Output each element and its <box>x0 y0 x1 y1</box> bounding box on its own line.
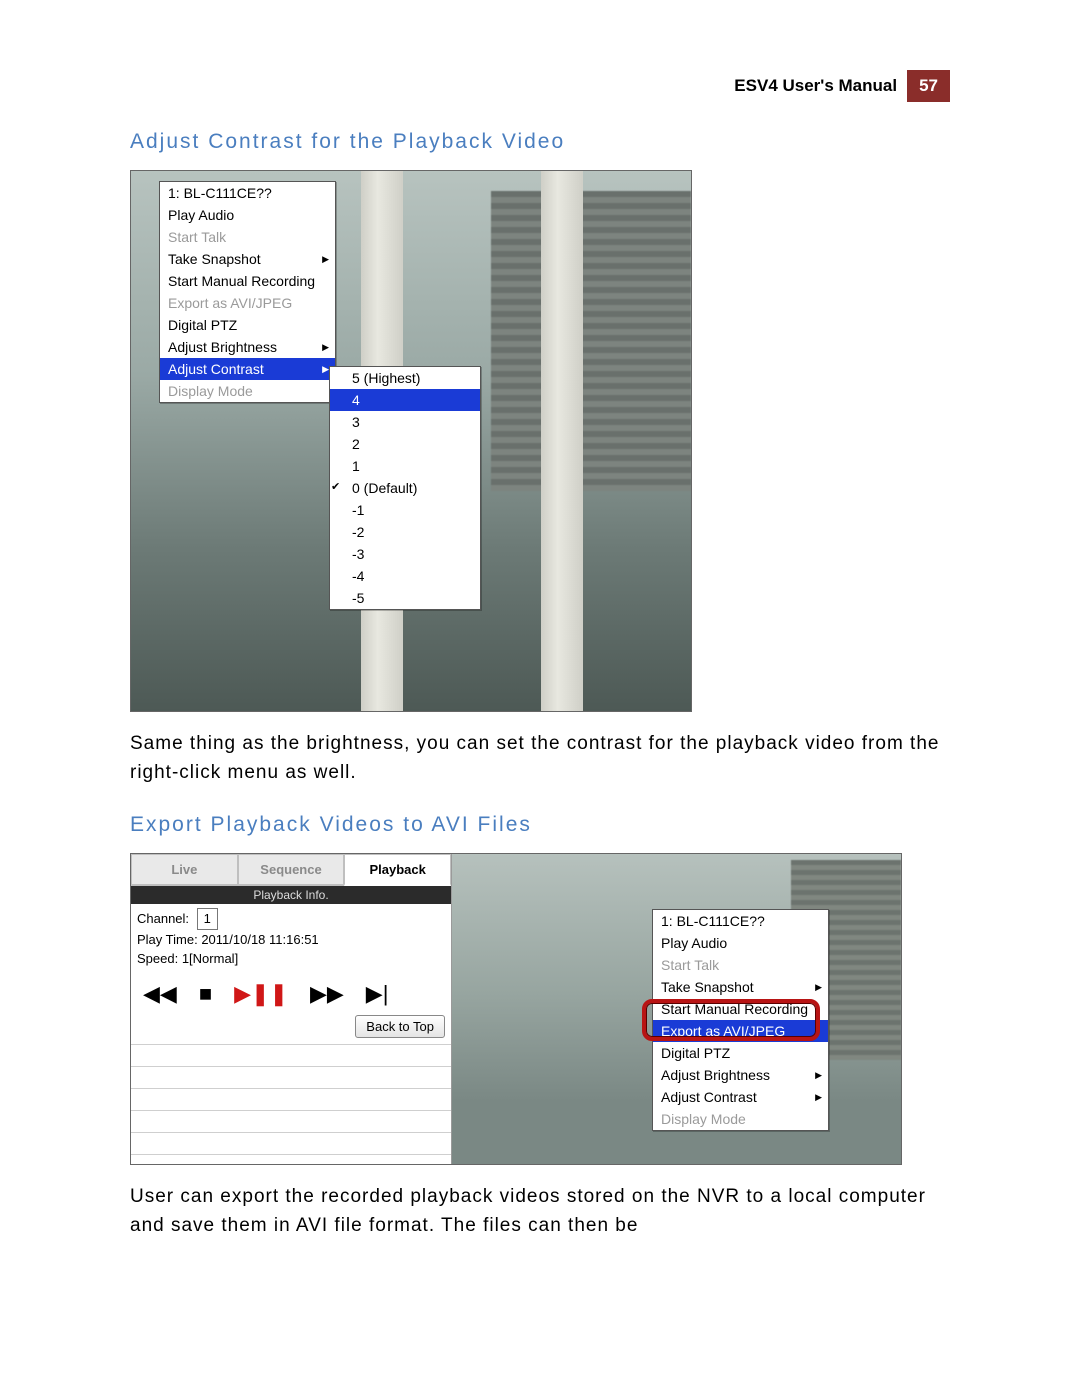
tab-sequence[interactable]: Sequence <box>238 854 345 886</box>
speed-value: 1[Normal] <box>182 951 238 966</box>
contrast-option-0-default[interactable]: 0 (Default) <box>330 477 480 499</box>
playback-info-header: Playback Info. <box>131 886 451 904</box>
menu-item-play-audio[interactable]: Play Audio <box>160 204 335 226</box>
contrast-option-neg3[interactable]: -3 <box>330 543 480 565</box>
playtime-label: Play Time: <box>137 932 198 947</box>
stop-icon[interactable]: ■ <box>199 983 212 1005</box>
figure-adjust-contrast: 1: BL-C111CE?? Play Audio Start Talk Tak… <box>130 170 692 712</box>
transport-controls: ◀◀ ■ ▶❚❚ ▶▶ ▶| <box>131 973 451 1013</box>
contrast-option-neg2[interactable]: -2 <box>330 521 480 543</box>
skip-end-icon[interactable]: ▶| <box>366 983 389 1005</box>
playtime-value: 2011/10/18 11:16:51 <box>201 932 318 947</box>
section-body-contrast: Same thing as the brightness, you can se… <box>130 730 950 787</box>
section-heading-contrast: Adjust Contrast for the Playback Video <box>130 130 950 154</box>
menu-item-take-snapshot[interactable]: Take Snapshot <box>653 976 828 998</box>
menu-item-start-talk: Start Talk <box>653 954 828 976</box>
speed-label: Speed: <box>137 951 178 966</box>
contrast-option-neg4[interactable]: -4 <box>330 565 480 587</box>
playback-info: Channel: 1 Play Time: 2011/10/18 11:16:5… <box>131 904 451 973</box>
contrast-option-1[interactable]: 1 <box>330 455 480 477</box>
rewind-icon[interactable]: ◀◀ <box>143 983 177 1005</box>
page-header: ESV4 User's Manual 57 <box>130 70 950 102</box>
menu-item-start-talk: Start Talk <box>160 226 335 248</box>
playback-panel: Live Sequence Playback Playback Info. Ch… <box>131 854 452 1164</box>
submenu-contrast[interactable]: 5 (Highest) 4 3 2 1 0 (Default) -1 -2 -3… <box>329 366 481 610</box>
channel-value[interactable]: 1 <box>197 908 218 930</box>
menu-item-adjust-brightness[interactable]: Adjust Brightness <box>160 336 335 358</box>
contrast-option-4[interactable]: 4 <box>330 389 480 411</box>
menu-item-display-mode: Display Mode <box>653 1108 828 1130</box>
contrast-option-5[interactable]: 5 (Highest) <box>330 367 480 389</box>
menu-item-camera[interactable]: 1: BL-C111CE?? <box>160 182 335 204</box>
contrast-option-3[interactable]: 3 <box>330 411 480 433</box>
menu-item-display-mode: Display Mode <box>160 380 335 402</box>
contrast-option-neg5[interactable]: -5 <box>330 587 480 609</box>
menu-item-digital-ptz[interactable]: Digital PTZ <box>160 314 335 336</box>
background-pole <box>541 171 583 711</box>
playlist-grid[interactable] <box>131 1044 451 1165</box>
context-menu[interactable]: 1: BL-C111CE?? Play Audio Start Talk Tak… <box>652 909 829 1131</box>
figure-export-avi: Live Sequence Playback Playback Info. Ch… <box>130 853 902 1165</box>
menu-item-export-avi-jpeg[interactable]: Export as AVI/JPEG <box>653 1020 828 1042</box>
manual-title: ESV4 User's Manual <box>724 70 907 102</box>
fast-forward-icon[interactable]: ▶▶ <box>310 983 344 1005</box>
channel-label: Channel: <box>137 911 189 926</box>
menu-item-start-manual-recording[interactable]: Start Manual Recording <box>160 270 335 292</box>
menu-item-export-avi-jpeg: Export as AVI/JPEG <box>160 292 335 314</box>
page-number: 57 <box>907 70 950 102</box>
menu-item-play-audio[interactable]: Play Audio <box>653 932 828 954</box>
tab-playback[interactable]: Playback <box>344 854 451 886</box>
menu-item-digital-ptz[interactable]: Digital PTZ <box>653 1042 828 1064</box>
section-heading-export: Export Playback Videos to AVI Files <box>130 813 950 837</box>
context-menu[interactable]: 1: BL-C111CE?? Play Audio Start Talk Tak… <box>159 181 336 403</box>
menu-item-adjust-contrast[interactable]: Adjust Contrast <box>653 1086 828 1108</box>
panel-tabs: Live Sequence Playback <box>131 854 451 886</box>
menu-item-adjust-contrast[interactable]: Adjust Contrast <box>160 358 335 380</box>
background-building <box>491 191 691 491</box>
contrast-option-2[interactable]: 2 <box>330 433 480 455</box>
menu-item-adjust-brightness[interactable]: Adjust Brightness <box>653 1064 828 1086</box>
menu-item-take-snapshot[interactable]: Take Snapshot <box>160 248 335 270</box>
section-body-export: User can export the recorded playback vi… <box>130 1183 950 1240</box>
tab-live[interactable]: Live <box>131 854 238 886</box>
back-to-top-button[interactable]: Back to Top <box>355 1015 445 1038</box>
menu-item-start-manual-recording[interactable]: Start Manual Recording <box>653 998 828 1020</box>
menu-item-camera[interactable]: 1: BL-C111CE?? <box>653 910 828 932</box>
contrast-option-neg1[interactable]: -1 <box>330 499 480 521</box>
video-preview: 1: BL-C111CE?? Play Audio Start Talk Tak… <box>452 854 901 1164</box>
play-pause-icon[interactable]: ▶❚❚ <box>234 983 288 1005</box>
